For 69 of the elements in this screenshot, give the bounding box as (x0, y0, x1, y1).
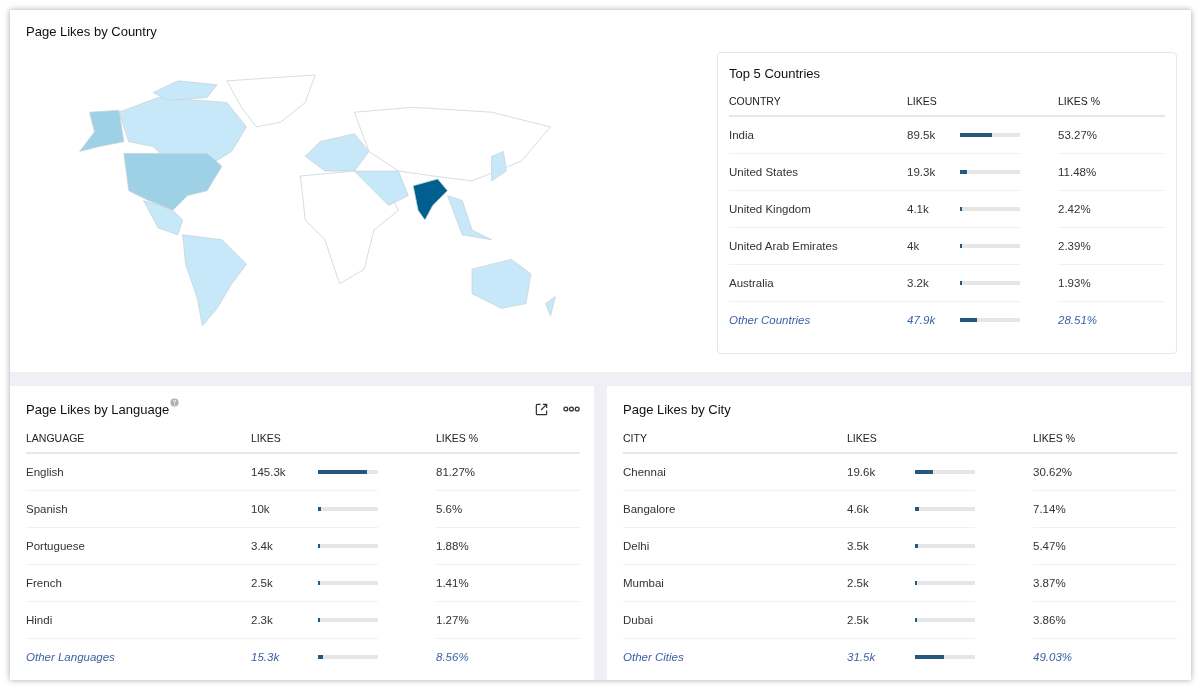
table-cell: 11.48% (1058, 154, 1165, 191)
table-cell: Dubai (623, 602, 847, 639)
table-cell: 1.27% (436, 602, 580, 639)
table-cell: 81.27% (436, 454, 580, 491)
table-cell-text: Other Cities (623, 650, 685, 665)
table-cell: 2.3k (251, 602, 318, 639)
table-cell: 10k (251, 491, 318, 528)
card-title: Page Likes by Country (26, 24, 158, 39)
table-cell: 3.4k (251, 528, 318, 565)
table-cell: French (26, 565, 251, 602)
table-cell: 4k (907, 228, 960, 265)
table-cell: 3.2k (907, 265, 960, 302)
table-cell-text: 49.03% (1033, 650, 1073, 665)
table-cell-text: 47.9k (907, 313, 937, 328)
table-cell: India (729, 117, 907, 154)
card-title: Top 5 Countries (729, 66, 822, 81)
column-header: LIKES % (1058, 95, 1165, 117)
table-cell: 19.6k (847, 454, 915, 491)
card-title: Page Likes by Language (26, 401, 170, 417)
column-header: LIKES (847, 432, 915, 454)
external-link-icon[interactable] (534, 401, 549, 417)
table-cell-text: 8.56% (436, 650, 470, 665)
table-cell: United States (729, 154, 907, 191)
column-header: CITY (623, 432, 847, 454)
table-cell-text: Other Countries (729, 313, 812, 328)
table-cell: Mumbai (623, 565, 847, 602)
column-header: LIKES (251, 432, 318, 454)
table-cell-text: 28.51% (1058, 313, 1098, 328)
column-header: LANGUAGE (26, 432, 251, 454)
table-cell: 1.41% (436, 565, 580, 602)
table-cell: 3.86% (1033, 602, 1177, 639)
table-cell: Bangalore (623, 491, 847, 528)
table-cell: 1.88% (436, 528, 580, 565)
table-cell: Spanish (26, 491, 251, 528)
table-cell-text: 15.3k (251, 650, 281, 665)
table-cell: Delhi (623, 528, 847, 565)
table-cell: 19.3k (907, 154, 960, 191)
more-icon[interactable] (563, 405, 580, 413)
table-cell: 7.14% (1033, 491, 1177, 528)
table-cell: 30.62% (1033, 454, 1177, 491)
table-cell: 2.5k (251, 565, 318, 602)
column-header: LIKES (907, 95, 960, 117)
table-cell: 4.6k (847, 491, 915, 528)
table-cell: United Arab Emirates (729, 228, 907, 265)
table-cell: Portuguese (26, 528, 251, 565)
table-cell: Australia (729, 265, 907, 302)
table-cell: Chennai (623, 454, 847, 491)
table-cell: 1.93% (1058, 265, 1165, 302)
column-header: LIKES % (436, 432, 580, 454)
table-cell: English (26, 454, 251, 491)
column-header: LIKES % (1033, 432, 1177, 454)
table-cell: Hindi (26, 602, 251, 639)
table-cell: 3.5k (847, 528, 915, 565)
table-cell: 2.5k (847, 602, 915, 639)
table-cell: 2.5k (847, 565, 915, 602)
table-cell: 5.47% (1033, 528, 1177, 565)
card-title: Page Likes by City (623, 401, 731, 417)
table-cell: 4.1k (907, 191, 960, 228)
table-cell: 2.42% (1058, 191, 1165, 228)
table-cell: 2.39% (1058, 228, 1165, 265)
table-cell: 53.27% (1058, 117, 1165, 154)
table-cell: 3.87% (1033, 565, 1177, 602)
table-cell-text: Other Languages (26, 650, 116, 665)
table-cell: 145.3k (251, 454, 318, 491)
table-cell: United Kingdom (729, 191, 907, 228)
column-header: COUNTRY (729, 95, 907, 117)
table-cell-text: 31.5k (847, 650, 877, 665)
table-cell: 89.5k (907, 117, 960, 154)
table-cell: 5.6% (436, 491, 580, 528)
